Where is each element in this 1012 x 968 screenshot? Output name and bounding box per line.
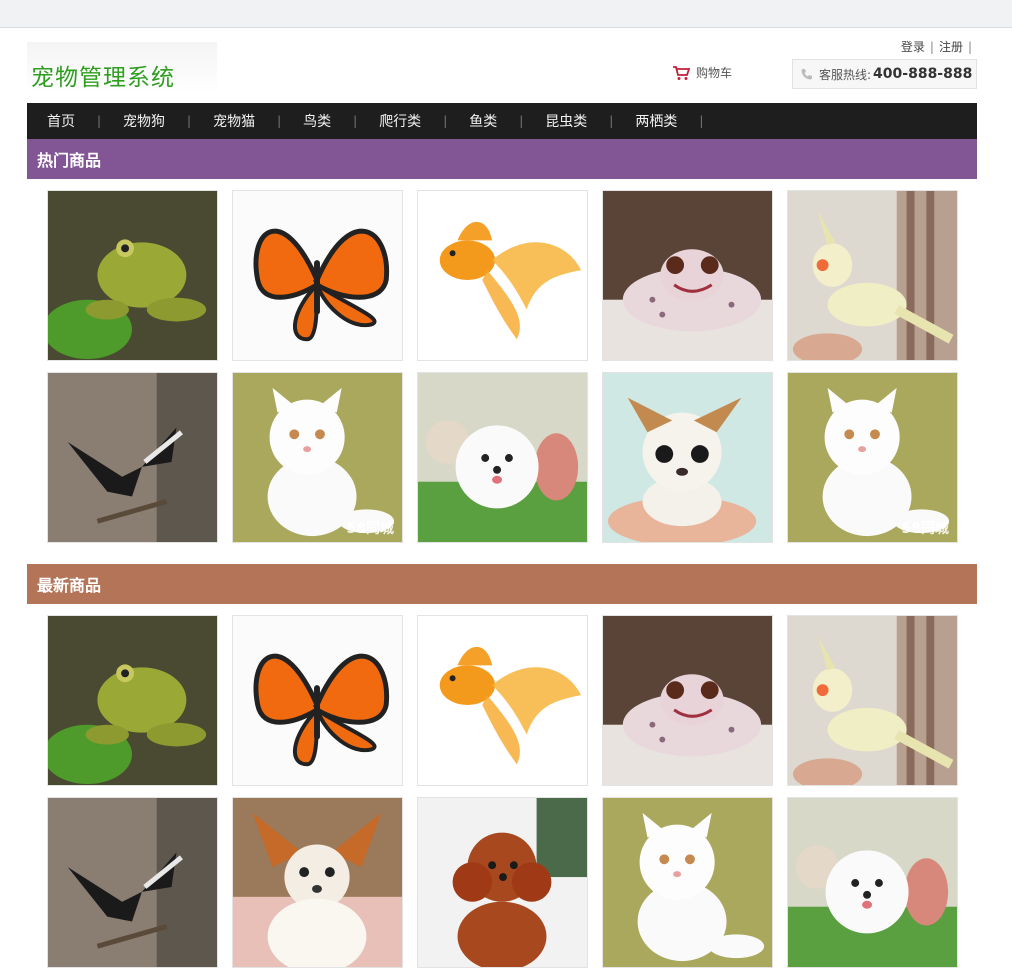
product-image-white-cat[interactable]: [602, 797, 773, 968]
hotline-box: 客服热线: 400-888-888: [792, 59, 977, 89]
product-image-white-cat[interactable]: 58同城: [232, 372, 403, 543]
butterfly-photo: [233, 191, 402, 360]
watermark: 58同城: [901, 521, 949, 537]
frog-photo: [48, 616, 217, 785]
chihuahua-photo: [603, 373, 772, 542]
product-image-white-cat[interactable]: 58同城: [787, 372, 958, 543]
logo-text: 宠物管理系统: [31, 65, 175, 91]
nav-divider: |: [443, 114, 448, 128]
nav-divider: |: [97, 114, 102, 128]
cockatiel-photo: [788, 191, 957, 360]
product-image-papillon[interactable]: [232, 797, 403, 968]
main-nav: 首页 | 宠物狗 | 宠物猫 | 鸟类 | 爬行类 | 鱼类 | 昆虫类 | 两栖类 |: [27, 103, 977, 139]
hotline-number: 400-888-888: [873, 66, 973, 82]
gecko-photo: [603, 616, 772, 785]
hot-section-label: 热门商品: [37, 151, 102, 170]
white-cat-photo: [788, 373, 957, 542]
hot-products-grid: 58同城 58同城: [27, 190, 977, 543]
section-title-new: 最新商品: [27, 564, 977, 604]
white-cat-photo: [233, 373, 402, 542]
nav-item-0[interactable]: 首页: [47, 111, 75, 131]
product-image-black-bird[interactable]: [47, 797, 218, 968]
black-bird-photo: [48, 798, 217, 967]
nav-divider: |: [277, 114, 282, 128]
product-image-goldfish[interactable]: [417, 615, 588, 786]
cart-icon: [673, 65, 690, 80]
gecko-photo: [603, 191, 772, 360]
papillon-photo: [233, 798, 402, 967]
goldfish-photo: [418, 616, 587, 785]
pomeranian-photo: [788, 798, 957, 967]
divider: |: [967, 40, 972, 54]
goldfish-photo: [418, 191, 587, 360]
nav-divider: |: [519, 114, 524, 128]
product-image-black-bird[interactable]: [47, 372, 218, 543]
frog-photo: [48, 191, 217, 360]
product-image-cockatiel[interactable]: [787, 615, 958, 786]
hotline-label: 客服热线:: [819, 67, 872, 82]
nav-item-6[interactable]: 昆虫类: [545, 111, 587, 131]
product-image-pomeranian[interactable]: [787, 797, 958, 968]
site-header: 宠物管理系统 登录 | 注册 | 购物车 客服热线: 400-888-888: [27, 38, 977, 103]
register-link[interactable]: 注册: [939, 40, 963, 54]
page-container: 宠物管理系统 登录 | 注册 | 购物车 客服热线: 400-888-888 首页 | 宠…: [27, 38, 977, 968]
cockatiel-photo: [788, 616, 957, 785]
login-link[interactable]: 登录: [901, 40, 925, 54]
product-image-pomeranian[interactable]: [417, 372, 588, 543]
new-section-label: 最新商品: [37, 576, 102, 595]
nav-item-4[interactable]: 爬行类: [379, 111, 421, 131]
product-image-gecko[interactable]: [602, 190, 773, 361]
product-image-goldfish[interactable]: [417, 190, 588, 361]
nav-item-5[interactable]: 鱼类: [469, 111, 497, 131]
site-logo[interactable]: 宠物管理系统: [27, 42, 217, 94]
nav-divider: |: [609, 114, 614, 128]
black-bird-photo: [48, 373, 217, 542]
divider: |: [929, 40, 934, 54]
product-image-poodle[interactable]: [417, 797, 588, 968]
cart-label: 购物车: [696, 66, 733, 80]
white-cat-photo: [603, 798, 772, 967]
nav-item-7[interactable]: 两栖类: [635, 111, 677, 131]
product-image-gecko[interactable]: [602, 615, 773, 786]
product-image-chihuahua[interactable]: [602, 372, 773, 543]
watermark: 58同城: [346, 521, 394, 537]
product-image-cockatiel[interactable]: [787, 190, 958, 361]
nav-divider: |: [187, 114, 192, 128]
pomeranian-photo: [418, 373, 587, 542]
phone-icon: [801, 69, 812, 80]
nav-item-2[interactable]: 宠物猫: [213, 111, 255, 131]
new-products-grid: [27, 615, 977, 968]
nav-divider: |: [353, 114, 358, 128]
cart-link[interactable]: 购物车: [672, 64, 732, 81]
user-links: 登录 | 注册 |: [901, 38, 977, 55]
nav-item-3[interactable]: 鸟类: [303, 111, 331, 131]
butterfly-photo: [233, 616, 402, 785]
nav-divider: |: [699, 114, 704, 128]
product-image-butterfly[interactable]: [232, 190, 403, 361]
product-image-frog[interactable]: [47, 190, 218, 361]
section-title-hot: 热门商品: [27, 139, 977, 179]
product-image-frog[interactable]: [47, 615, 218, 786]
nav-item-1[interactable]: 宠物狗: [123, 111, 165, 131]
poodle-photo: [418, 798, 587, 967]
product-image-butterfly[interactable]: [232, 615, 403, 786]
browser-top-strip: [0, 0, 1012, 28]
